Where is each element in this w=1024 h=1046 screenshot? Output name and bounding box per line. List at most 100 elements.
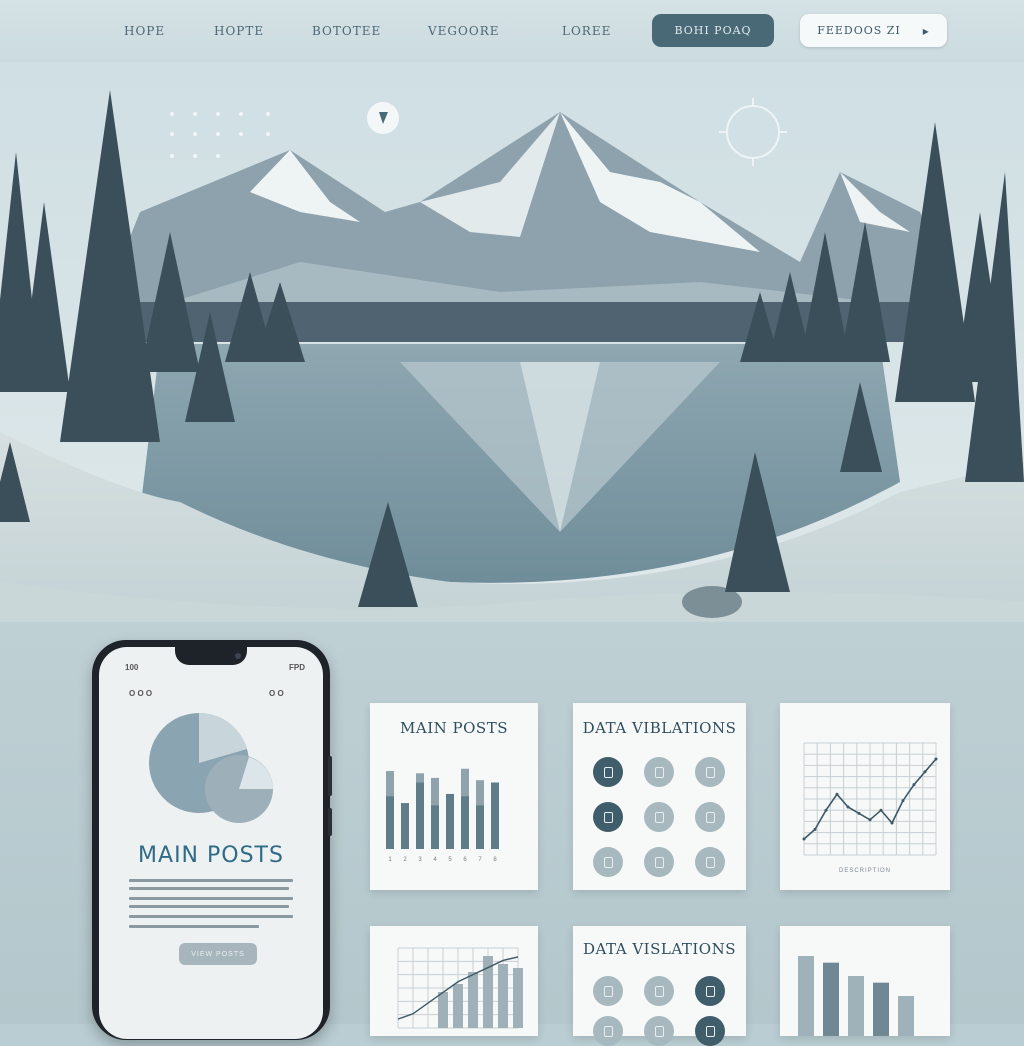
data-point <box>813 827 817 831</box>
bar <box>513 968 523 1028</box>
document-icon[interactable] <box>695 802 725 832</box>
bar <box>898 996 914 1036</box>
view-posts-button[interactable]: VIEW POSTS <box>179 943 257 965</box>
document-icon[interactable] <box>593 757 623 787</box>
hero-landscape <box>0 62 1024 632</box>
text-line <box>129 897 293 900</box>
view-posts-button-label: VIEW POSTS <box>191 950 245 958</box>
screen-header-left: O O O <box>129 689 153 698</box>
phone-screen: 100 FPD O O O O O MAIN POSTS VIEW POSTS <box>99 647 323 1039</box>
growth-line-chart <box>397 947 523 1029</box>
phone-side-button <box>328 756 332 796</box>
primary-nav-button[interactable]: BOHI POAQ <box>652 14 774 47</box>
tick-label: 6 <box>463 857 467 863</box>
text-line <box>129 925 259 928</box>
bar <box>476 805 484 849</box>
document-icon[interactable] <box>593 976 623 1006</box>
document-icon[interactable] <box>593 847 623 877</box>
text-line <box>129 905 289 908</box>
data-point <box>835 792 839 796</box>
data-point <box>890 821 894 825</box>
primary-nav-button-label: BOHI POAQ <box>674 24 752 37</box>
document-icon[interactable] <box>695 847 725 877</box>
trend-line-card[interactable]: DESCRIPTION <box>780 703 950 890</box>
main-posts-card[interactable]: MAIN POSTS 12345678 <box>370 703 538 890</box>
tick-label: 7 <box>478 857 482 863</box>
bar <box>431 805 439 849</box>
text-line <box>129 915 293 918</box>
data-point <box>879 808 883 812</box>
data-point <box>934 757 938 761</box>
bar <box>491 782 499 849</box>
badge-icon[interactable] <box>367 102 399 134</box>
landscape-illustration <box>0 62 1024 632</box>
bar <box>401 803 409 849</box>
tick-label: 1 <box>388 857 392 863</box>
tick-label: 5 <box>448 857 452 863</box>
data-point <box>802 837 806 841</box>
document-icon[interactable] <box>695 976 725 1006</box>
document-icon[interactable] <box>695 757 725 787</box>
tick-label: 2 <box>403 857 407 863</box>
data-point <box>824 808 828 812</box>
data-violations-card-2[interactable]: DATA VISLATIONS <box>573 926 746 1046</box>
data-point <box>868 818 872 822</box>
trend-line-chart <box>802 742 938 856</box>
tick-label: 3 <box>418 857 422 863</box>
document-icon[interactable] <box>644 976 674 1006</box>
document-icon[interactable] <box>593 802 623 832</box>
text-line <box>129 887 289 890</box>
nav-link-3[interactable]: BOTOTEE <box>312 24 381 38</box>
bar <box>446 793 454 849</box>
document-icon[interactable] <box>644 847 674 877</box>
data-point <box>912 783 916 787</box>
bar <box>798 956 814 1036</box>
status-left: 100 <box>125 663 139 672</box>
bar <box>848 976 864 1036</box>
data-point <box>846 805 850 809</box>
data-point <box>923 770 927 774</box>
descending-bar-chart <box>798 956 914 1036</box>
screen-header-right: O O <box>269 689 284 698</box>
tick-label: 4 <box>433 857 437 863</box>
bar <box>461 796 469 849</box>
bar <box>438 992 448 1028</box>
document-icon[interactable] <box>695 1016 725 1046</box>
data-violations-card-2-title: DATA VISLATIONS <box>583 940 736 958</box>
tick-label: 8 <box>493 857 497 863</box>
arrow-right-icon: ▸ <box>922 23 930 38</box>
camera-icon <box>235 653 241 659</box>
nav-link-2[interactable]: HOPTE <box>214 24 264 38</box>
document-icon[interactable] <box>593 1016 623 1046</box>
bar <box>498 964 508 1028</box>
growth-chart-card[interactable] <box>370 926 538 1036</box>
data-point <box>901 799 905 803</box>
document-icon[interactable] <box>644 757 674 787</box>
main-posts-bar-chart: 1 2 3 4 5 6 7 8 <box>386 768 499 863</box>
nav-link-4[interactable]: VEGOORE <box>428 24 499 38</box>
trend-line-caption: DESCRIPTION <box>838 868 891 874</box>
phone-page-title: MAIN POSTS <box>138 843 284 868</box>
descending-bar-card[interactable] <box>780 926 950 1036</box>
nav-link-5[interactable]: LOREE <box>562 24 611 38</box>
text-line <box>129 879 293 882</box>
status-right: FPD <box>289 663 305 672</box>
data-violations-card-title: DATA VIBLATIONS <box>582 719 737 737</box>
bar <box>453 984 463 1028</box>
phone-mockup: 100 FPD O O O O O MAIN POSTS VIEW POSTS <box>92 640 332 1040</box>
phone-side-button-2 <box>328 808 332 836</box>
bar <box>468 972 478 1028</box>
top-nav: HOPE HOPTE BOTOTEE VEGOORE LOREE BOHI PO… <box>0 0 1024 62</box>
bar <box>416 782 424 849</box>
bar <box>873 982 889 1036</box>
pie-chart <box>149 713 273 823</box>
secondary-nav-button-label: FEEDOOS ZI <box>817 24 901 37</box>
document-icon[interactable] <box>644 1016 674 1046</box>
data-violations-card[interactable]: DATA VIBLATIONS <box>573 703 746 890</box>
nav-link-home[interactable]: HOPE <box>124 24 165 38</box>
document-icon[interactable] <box>644 802 674 832</box>
bar <box>386 796 394 849</box>
secondary-nav-button[interactable]: FEEDOOS ZI ▸ <box>800 14 947 47</box>
data-point <box>857 811 861 815</box>
bar <box>823 962 839 1036</box>
